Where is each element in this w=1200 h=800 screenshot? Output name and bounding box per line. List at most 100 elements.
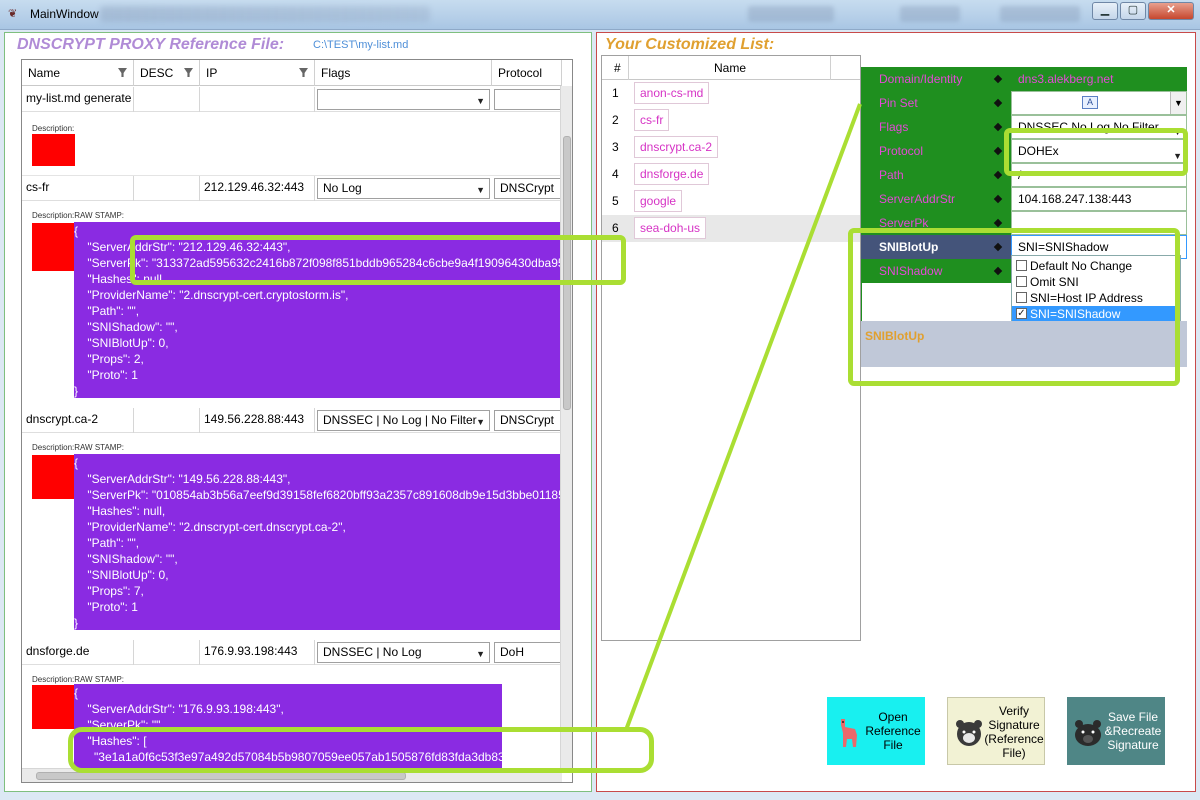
domain-identity-field[interactable]: dns3.alekberg.net xyxy=(1011,67,1187,91)
desc-cell[interactable] xyxy=(134,87,200,112)
description-label: Description: xyxy=(32,124,75,133)
maximize-button[interactable]: ▢ xyxy=(1120,2,1146,20)
table-row[interactable]: dnsforge.de 176.9.93.198:443 DNSSEC | No… xyxy=(22,640,562,665)
name-cell[interactable]: cs-fr xyxy=(22,176,134,201)
description-label: Description:RAW STAMP: xyxy=(32,443,125,452)
server-name-tag[interactable]: dnscrypt.ca-2 xyxy=(634,136,719,158)
chevron-down-icon: ▼ xyxy=(476,96,485,106)
ip-cell[interactable]: 149.56.228.88:443 xyxy=(200,408,315,433)
verify-signature-button[interactable]: Verify Signature (Reference File) xyxy=(947,697,1045,765)
list-item[interactable]: 4 dnsforge.de xyxy=(602,161,860,188)
red-status-box xyxy=(32,685,75,729)
desc-cell[interactable] xyxy=(134,176,200,201)
flags-combo[interactable]: DNSSEC | No Log ▼ xyxy=(317,642,490,663)
app-icon: ❦ xyxy=(8,8,18,20)
column-header-protocol[interactable]: Protocol xyxy=(492,60,562,86)
filter-icon[interactable] xyxy=(184,68,193,77)
llama-icon xyxy=(841,719,857,747)
highlight-hashes xyxy=(68,727,654,773)
open-reference-file-button[interactable]: Open Reference File xyxy=(827,697,925,765)
reference-grid: Name DESC IP Flags Protocol my-list.md g… xyxy=(21,59,573,783)
server-name-tag[interactable]: google xyxy=(634,190,683,212)
bear-face-icon xyxy=(956,720,982,746)
pin-set-combo[interactable]: A ▼ xyxy=(1011,91,1187,115)
ip-cell[interactable] xyxy=(200,87,315,112)
list-item-selected[interactable]: 6 sea-doh-us xyxy=(602,215,860,242)
reference-file-panel: DNSCRYPT PROXY Reference File: C:\TEST\m… xyxy=(4,32,592,792)
chevron-down-icon[interactable]: ▼ xyxy=(1170,92,1186,114)
minimize-button[interactable]: ▁ xyxy=(1092,2,1118,20)
flags-combo[interactable]: ▼ xyxy=(317,89,490,110)
column-header-name: Name xyxy=(714,61,747,75)
list-item[interactable]: 2 cs-fr xyxy=(602,107,860,134)
highlight-server-pk xyxy=(130,235,626,285)
reference-file-title: DNSCRYPT PROXY Reference File: xyxy=(17,36,285,53)
row-detail: Description:RAW STAMP: { "ServerAddrStr"… xyxy=(22,433,562,665)
name-cell[interactable]: dnsforge.de xyxy=(22,640,134,665)
blurred-background-button xyxy=(748,6,834,22)
bear-icon xyxy=(1075,720,1101,746)
scrollbar-thumb[interactable] xyxy=(36,772,406,780)
filter-icon[interactable] xyxy=(299,68,308,77)
flags-combo[interactable]: No Log ▼ xyxy=(317,178,490,199)
table-row[interactable]: my-list.md generate ▼ xyxy=(22,87,562,112)
column-divider xyxy=(830,56,831,80)
ip-cell[interactable]: 212.129.46.32:443 xyxy=(200,176,315,201)
title-bar: ❦ MainWindow ▁ ▢ ✕ xyxy=(0,0,1200,30)
column-header-name[interactable]: Name xyxy=(22,60,134,86)
blurred-background-button xyxy=(1000,6,1080,22)
customized-list-title: Your Customized List: xyxy=(605,36,775,53)
protocol-combo[interactable] xyxy=(494,89,562,110)
chevron-down-icon: ▼ xyxy=(476,185,485,195)
server-name-tag[interactable]: dnsforge.de xyxy=(634,163,710,185)
blurred-background-title xyxy=(100,6,430,22)
name-cell[interactable]: my-list.md generate xyxy=(22,87,134,112)
property-pin-set: Pin Set A ▼ xyxy=(861,91,1187,115)
server-name-tag[interactable]: anon-cs-md xyxy=(634,82,710,104)
column-header-number: # xyxy=(614,61,621,75)
reference-file-path: C:\TEST\my-list.md xyxy=(313,39,409,51)
desc-cell[interactable] xyxy=(134,408,200,433)
highlight-sni-section xyxy=(848,228,1180,386)
flags-combo[interactable]: DNSSEC | No Log | No Filter ▼ xyxy=(317,410,490,431)
description-label: Description:RAW STAMP: xyxy=(32,211,125,220)
server-addr-field[interactable]: 104.168.247.138:443 xyxy=(1011,187,1187,211)
list-item[interactable]: 1 anon-cs-md xyxy=(602,80,860,107)
list-item[interactable]: 5 google xyxy=(602,188,860,215)
save-file-button[interactable]: Save File &Recreate Signature xyxy=(1067,697,1165,765)
window-title: MainWindow xyxy=(30,7,99,21)
edit-icon[interactable]: A xyxy=(1082,96,1098,109)
list-header: # Name xyxy=(602,56,860,80)
table-row[interactable]: cs-fr 212.129.46.32:443 No Log ▼ DNSCryp… xyxy=(22,176,562,201)
property-server-addr: ServerAddrStr 104.168.247.138:443 xyxy=(861,187,1187,211)
row-detail: Description: xyxy=(22,112,562,176)
chevron-down-icon: ▼ xyxy=(476,649,485,659)
red-status-box xyxy=(32,134,75,166)
close-button[interactable]: ✕ xyxy=(1148,2,1194,20)
protocol-combo[interactable]: DNSCrypt xyxy=(494,178,562,199)
description-label: Description:RAW STAMP: xyxy=(32,675,125,684)
red-status-box xyxy=(32,223,75,271)
server-name-tag[interactable]: cs-fr xyxy=(634,109,670,131)
list-item[interactable]: 3 dnscrypt.ca-2 xyxy=(602,134,860,161)
server-name-tag[interactable]: sea-doh-us xyxy=(634,217,707,239)
desc-cell[interactable] xyxy=(134,640,200,665)
column-header-flags[interactable]: Flags xyxy=(315,60,492,86)
protocol-combo[interactable]: DNSCrypt xyxy=(494,410,562,431)
highlight-protocol xyxy=(1004,128,1188,176)
filter-icon[interactable] xyxy=(118,68,127,77)
red-status-box xyxy=(32,455,75,499)
column-header-ip[interactable]: IP xyxy=(200,60,315,86)
blurred-background-button xyxy=(900,6,960,22)
property-domain-identity: Domain/Identity dns3.alekberg.net xyxy=(861,67,1187,91)
raw-stamp-json: { "ServerAddrStr": "149.56.228.88:443", … xyxy=(74,454,560,630)
name-cell[interactable]: dnscrypt.ca-2 xyxy=(22,408,134,433)
chevron-down-icon: ▼ xyxy=(476,417,485,427)
table-row[interactable]: dnscrypt.ca-2 149.56.228.88:443 DNSSEC |… xyxy=(22,408,562,433)
ip-cell[interactable]: 176.9.93.198:443 xyxy=(200,640,315,665)
protocol-combo[interactable]: DoH xyxy=(494,642,562,663)
column-divider xyxy=(628,56,629,80)
column-header-desc[interactable]: DESC xyxy=(134,60,200,86)
vertical-scrollbar[interactable] xyxy=(560,86,572,768)
server-list: # Name 1 anon-cs-md 2 cs-fr 3 dnscrypt.c… xyxy=(601,55,861,641)
